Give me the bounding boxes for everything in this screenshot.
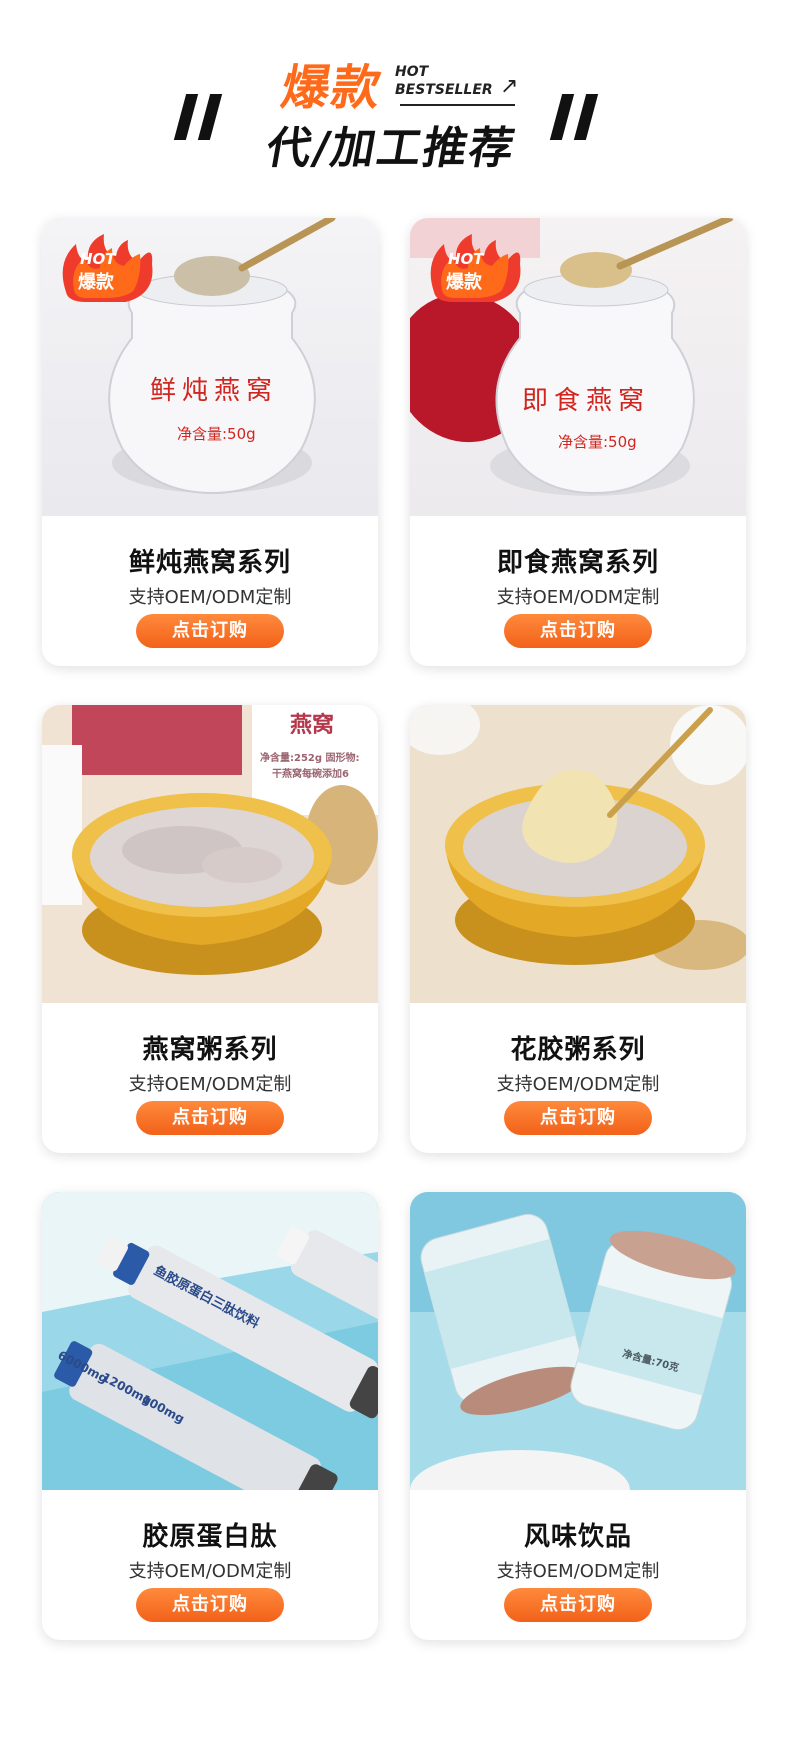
box-net-weight: 净含量:252g 固形物: (260, 753, 360, 764)
product-photo: 鲜炖燕窝 净含量:50g HOT 爆款 (42, 218, 378, 516)
order-button[interactable]: 点击订购 (504, 1101, 652, 1135)
order-button[interactable]: 点击订购 (504, 1588, 652, 1622)
product-desc: 支持OEM/ODM定制 (496, 587, 660, 608)
product-name: 花胶粥系列 (510, 1035, 646, 1065)
product-name: 风味饮品 (523, 1522, 632, 1552)
order-button[interactable]: 点击订购 (504, 614, 652, 648)
box-brand-label: 燕窝 (290, 713, 335, 738)
product-name: 即食燕窝系列 (496, 548, 659, 578)
jar-label: 即食燕窝 (522, 386, 651, 416)
drink-jars-image (410, 1192, 746, 1490)
product-photo: 净含量:70克 (410, 1192, 746, 1490)
underline-divider (400, 104, 515, 106)
hot-en-line2: BESTSELLER (395, 82, 493, 98)
product-desc: 支持OEM/ODM定制 (128, 1561, 292, 1582)
badge-line2: 爆款 (446, 272, 482, 293)
product-card-fishmaw-porridge[interactable]: 花胶粥系列 支持OEM/ODM定制 点击订购 (410, 705, 746, 1153)
order-button[interactable]: 点击订购 (136, 614, 284, 648)
product-name: 燕窝粥系列 (142, 1035, 278, 1065)
product-desc: 支持OEM/ODM定制 (496, 1074, 660, 1095)
box-note: 干燕窝每碗添加6 (272, 769, 349, 780)
jar-net-weight: 净含量:50g (177, 425, 256, 443)
left-quote-mark (173, 94, 238, 140)
order-button[interactable]: 点击订购 (136, 1588, 284, 1622)
jar-net-weight: 净含量:50g (558, 433, 637, 451)
arrow-up-right-icon: ↗ (500, 74, 519, 99)
collagen-vials-image (42, 1192, 378, 1490)
product-name: 鲜炖燕窝系列 (128, 548, 291, 578)
hot-badge: HOT 爆款 (56, 232, 156, 308)
product-photo (410, 705, 746, 1003)
product-card-fresh-birdnest[interactable]: 鲜炖燕窝 净含量:50g HOT 爆款 鲜炖燕窝系列 支持OEM/ODM定制 点… (42, 218, 378, 666)
hot-word: 爆款 (277, 60, 388, 116)
product-card-birdnest-porridge[interactable]: 燕窝 净含量:252g 固形物: 干燕窝每碗添加6 燕窝粥系列 支持OEM/OD… (42, 705, 378, 1153)
page-header: 爆款 HOT BESTSELLER ↗ 代/加工推荐 (0, 0, 790, 200)
page-title: 代/加工推荐 (262, 123, 520, 174)
product-desc: 支持OEM/ODM定制 (128, 587, 292, 608)
jar-label: 鲜炖燕窝 (150, 376, 279, 406)
product-photo: 燕窝 净含量:252g 固形物: 干燕窝每碗添加6 (42, 705, 378, 1003)
hot-en-line1: HOT (395, 64, 429, 80)
right-quote-mark (549, 94, 614, 140)
product-photo: 即食燕窝 净含量:50g HOT 爆款 (410, 218, 746, 516)
product-card-instant-birdnest[interactable]: 即食燕窝 净含量:50g HOT 爆款 即食燕窝系列 支持OEM/ODM定制 点… (410, 218, 746, 666)
product-photo: 鱼胶原蛋白三肽饮料 6000mg 1200mg 100mg (42, 1192, 378, 1490)
hot-en-label: HOT BESTSELLER (395, 63, 493, 99)
hot-badge: HOT 爆款 (424, 232, 524, 308)
porridge-bowl-image (410, 705, 746, 1003)
product-card-flavor-drink[interactable]: 净含量:70克 风味饮品 支持OEM/ODM定制 点击订购 (410, 1192, 746, 1640)
product-desc: 支持OEM/ODM定制 (128, 1074, 292, 1095)
badge-line1: HOT (448, 250, 484, 268)
product-name: 胶原蛋白肽 (142, 1522, 278, 1552)
product-card-collagen-peptide[interactable]: 鱼胶原蛋白三肽饮料 6000mg 1200mg 100mg 胶原蛋白肽 支持OE… (42, 1192, 378, 1640)
badge-line1: HOT (80, 250, 116, 268)
product-desc: 支持OEM/ODM定制 (496, 1561, 660, 1582)
order-button[interactable]: 点击订购 (136, 1101, 284, 1135)
badge-line2: 爆款 (78, 272, 114, 293)
